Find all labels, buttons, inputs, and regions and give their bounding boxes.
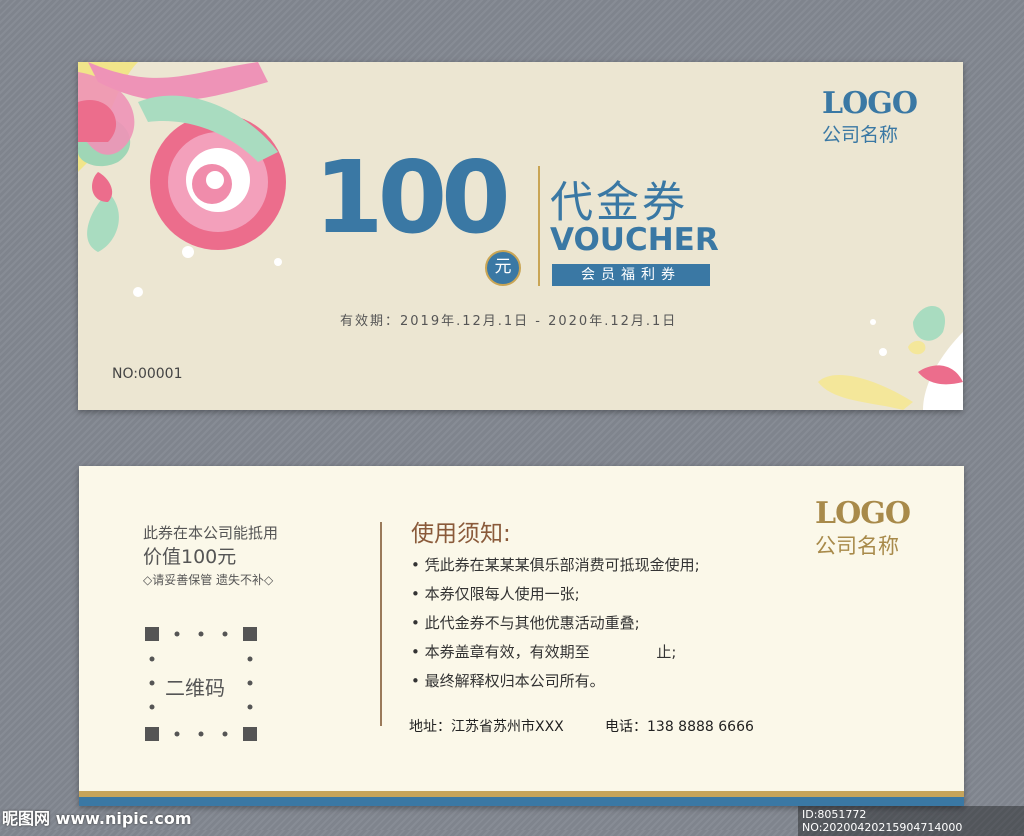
usage-line-1: 此券在本公司能抵用 (143, 524, 279, 542)
rule-item: • 本券仅限每人使用一张; (411, 585, 580, 603)
watermark-id: ID:8051772 NO:20200420215904714000 (798, 806, 1024, 836)
swirl-decoration-icon (78, 62, 286, 297)
bullet-icon: • (411, 585, 425, 603)
member-badge: 会员福利券 (552, 264, 710, 286)
qr-label: 二维码 (165, 676, 225, 700)
notice-title: 使用须知: (411, 521, 511, 547)
back-company-name: 公司名称 (815, 534, 899, 558)
back-logo: LOGO (815, 496, 911, 531)
address: 地址：江苏省苏州市XXX (409, 719, 564, 735)
bullet-icon: • (411, 614, 425, 632)
front-company-name: 公司名称 (822, 124, 899, 146)
voucher-title-en: VOUCHER (550, 222, 719, 258)
front-logo: LOGO (822, 86, 918, 121)
validity-period: 有效期：2019年.12月.1日 - 2020年.12月.1日 (340, 314, 678, 329)
bullet-icon: • (411, 556, 425, 574)
rule-item: • 此代金券不与其他优惠活动重叠; (411, 614, 640, 632)
bullet-icon: • (411, 643, 425, 661)
rule-item: • 本券盖章有效，有效期至 止; (411, 643, 677, 661)
watermark-site: 昵图网 www.nipic.com (2, 809, 192, 828)
keep-note: ◇请妥善保管 遗失不补◇ (143, 573, 274, 587)
bullet-icon: • (411, 672, 425, 690)
voucher-title-cn: 代金券 (550, 178, 688, 228)
voucher-front: 100 元 代金券 VOUCHER 会员福利券 有效期：2019年.12月.1日… (78, 62, 963, 410)
serial-number: NO:00001 (112, 366, 183, 382)
voucher-back: 此券在本公司能抵用 价值100元 ◇请妥善保管 遗失不补◇ 二维码 使用须知: … (79, 466, 964, 806)
title-divider (538, 166, 540, 286)
usage-line-2: 价值100元 (143, 546, 237, 568)
splash-decoration-icon (818, 305, 963, 410)
blue-stripe (79, 797, 964, 806)
rule-item: • 最终解释权归本公司所有。 (411, 672, 605, 690)
phone: 电话：138 8888 6666 (605, 719, 754, 735)
voucher-amount: 100 (314, 139, 511, 256)
currency-unit-badge: 元 (485, 250, 521, 286)
rule-item: • 凭此券在某某某俱乐部消费可抵现金使用; (411, 556, 700, 574)
section-divider (380, 522, 382, 726)
